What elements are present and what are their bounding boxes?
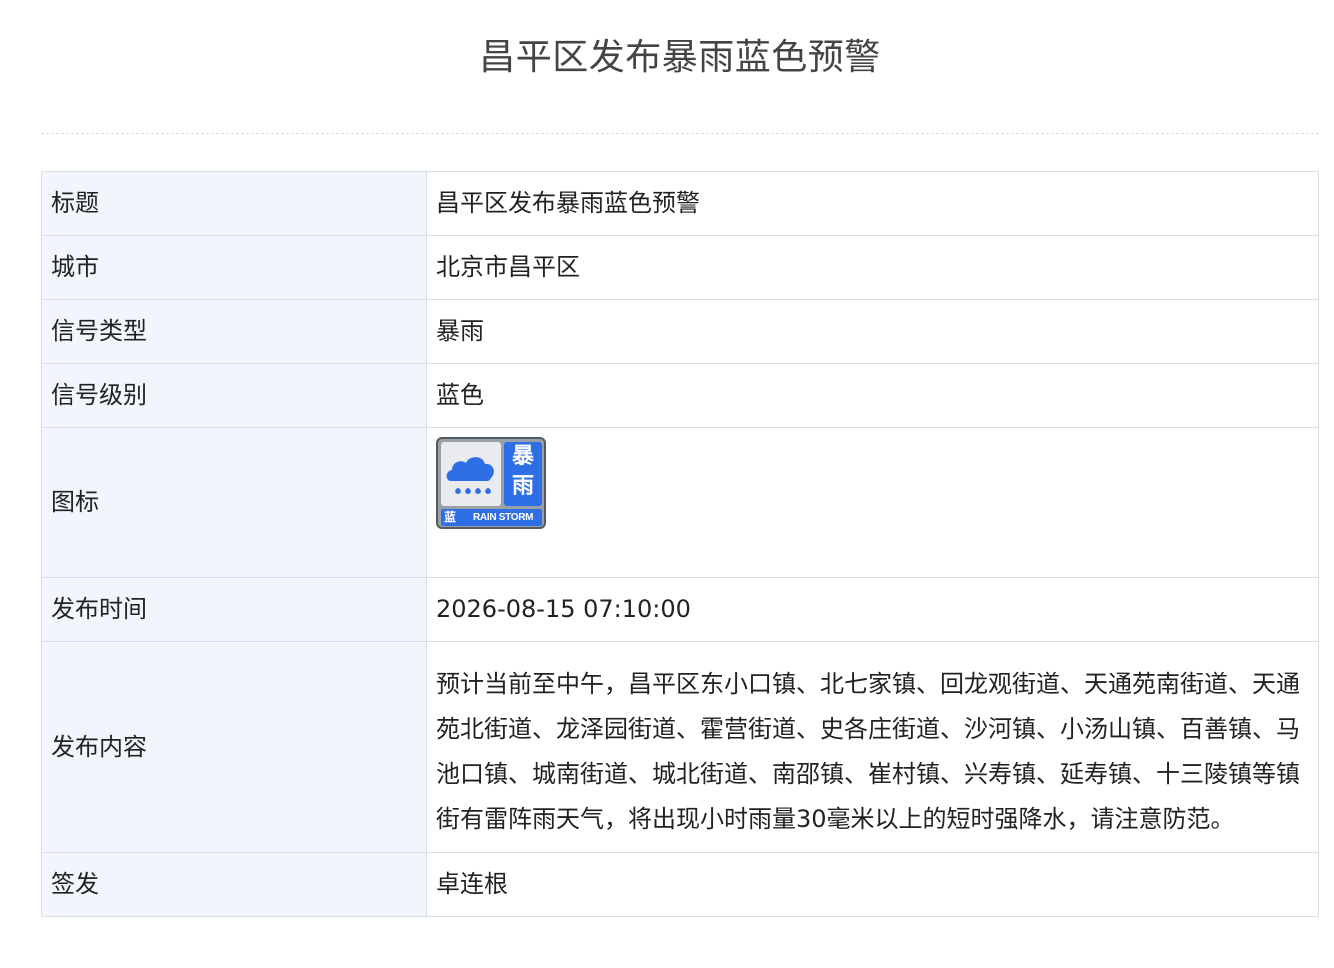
icon-title-pane: 暴 雨 (504, 442, 542, 506)
row-value-title: 昌平区发布暴雨蓝色预警 (426, 171, 1319, 236)
row-label-signal-type: 信号类型 (41, 299, 427, 364)
row-label-publish-time: 发布时间 (41, 577, 427, 642)
warning-content-text: 预计当前至中午，昌平区东小口镇、北七家镇、回龙观街道、天通苑南街道、天通苑北街道… (436, 670, 1300, 833)
row-value-signal-level: 蓝色 (426, 363, 1319, 428)
table-row: 标题 昌平区发布暴雨蓝色预警 (41, 171, 1319, 236)
icon-english-label: RAIN STORM (473, 512, 534, 523)
icon-level-char: 蓝 (444, 510, 457, 524)
row-value-issuer: 卓连根 (426, 852, 1319, 917)
row-label-issuer: 签发 (41, 852, 427, 917)
table-row: 发布内容 预计当前至中午，昌平区东小口镇、北七家镇、回龙观街道、天通苑南街道、天… (41, 641, 1319, 853)
table-row: 城市 北京市昌平区 (41, 235, 1319, 300)
row-label-title: 标题 (41, 171, 427, 236)
row-value-icon: 暴 雨 蓝 RAIN STORM (426, 427, 1319, 578)
icon-char-yu: 雨 (511, 474, 534, 499)
icon-level-bar: 蓝 RAIN STORM (441, 509, 542, 526)
row-value-signal-type: 暴雨 (426, 299, 1319, 364)
row-label-signal-level: 信号级别 (41, 363, 427, 428)
title-divider (41, 133, 1319, 134)
page-title: 昌平区发布暴雨蓝色预警 (479, 37, 881, 78)
row-value-city: 北京市昌平区 (426, 235, 1319, 300)
rain-cloud-icon (446, 457, 494, 494)
table-row: 签发 卓连根 (41, 852, 1319, 917)
table-row: 信号级别 蓝色 (41, 363, 1319, 428)
row-label-city: 城市 (41, 235, 427, 300)
icon-char-bao: 暴 (511, 444, 534, 469)
row-value-content: 预计当前至中午，昌平区东小口镇、北七家镇、回龙观街道、天通苑南街道、天通苑北街道… (426, 641, 1319, 853)
table-row: 信号类型 暴雨 (41, 299, 1319, 364)
table-row: 发布时间 2026-08-15 07:10:00 (41, 577, 1319, 642)
row-label-content: 发布内容 (41, 641, 427, 853)
row-value-publish-time: 2026-08-15 07:10:00 (426, 577, 1319, 642)
warning-info-table: 标题 昌平区发布暴雨蓝色预警 城市 北京市昌平区 信号类型 暴雨 信号级别 蓝色… (41, 171, 1319, 917)
row-label-icon: 图标 (41, 427, 427, 578)
table-row: 图标 暴 雨 蓝 RAIN STORM (41, 427, 1319, 578)
rainstorm-blue-warning-icon: 暴 雨 蓝 RAIN STORM (436, 437, 546, 529)
